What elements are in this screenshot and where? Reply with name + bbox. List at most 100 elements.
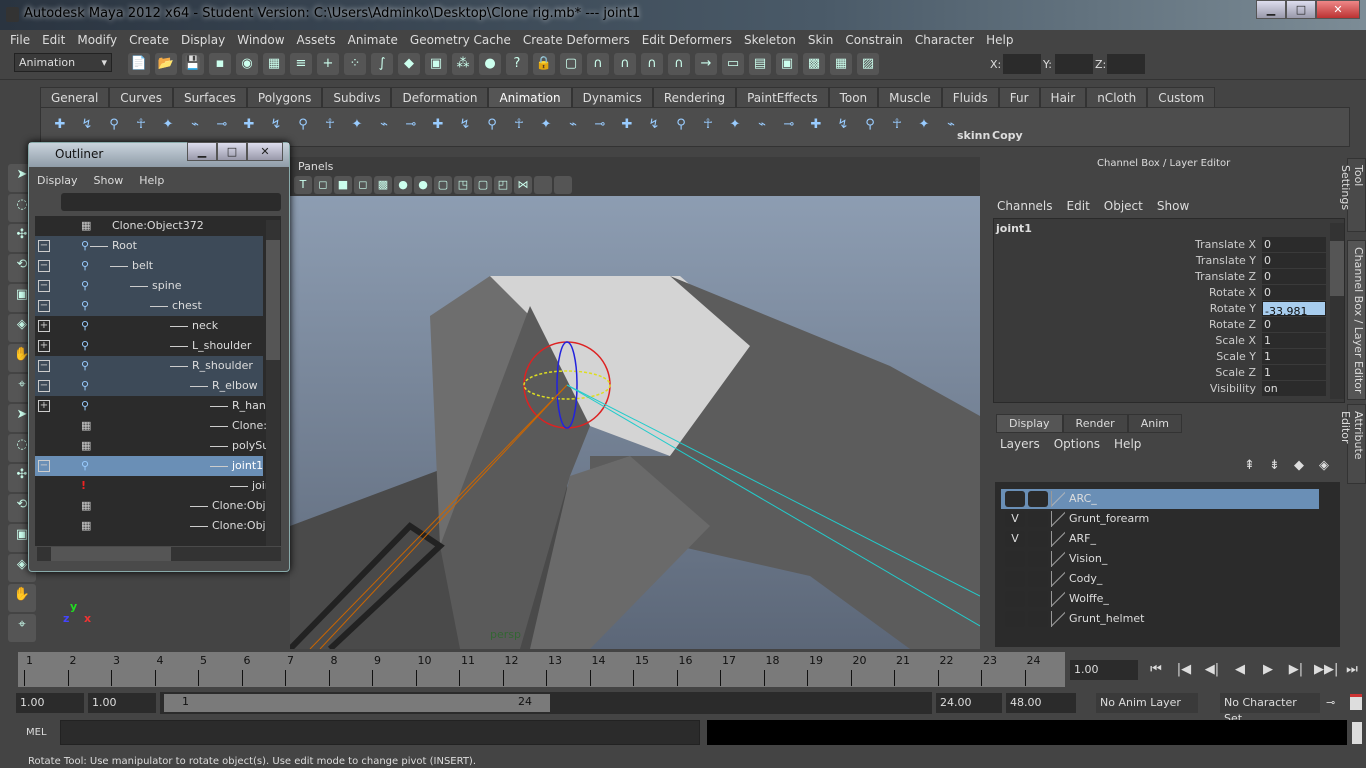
outliner-item[interactable]: − ⚲ joint1 [35,456,263,476]
outliner-item[interactable]: + ⚲ R_hand [35,396,273,416]
menu-help[interactable]: Help [980,30,1019,50]
shelf-tool-icon[interactable]: ✦ [535,114,557,136]
viewport-shading-icon[interactable]: ▢ [474,176,492,194]
viewport-shading-icon[interactable]: ● [414,176,432,194]
status-tool-icon[interactable]: 📂 [155,53,177,75]
shelf-tool-icon[interactable]: ☥ [886,114,908,136]
status-tool-icon[interactable]: ∩ [641,53,663,75]
outliner-filter-input[interactable] [61,193,281,211]
layer-name[interactable]: ARC_ [1069,489,1097,509]
status-tool-icon[interactable]: ▤ [749,53,771,75]
channel-value[interactable]: 0 [1262,237,1326,252]
toolbox-tool-icon[interactable]: ⌖ [8,614,36,642]
outliner-maximize-button[interactable]: □ [217,142,247,161]
current-time-field[interactable]: 1.00 [1070,660,1138,680]
status-tool-icon[interactable]: ● [479,53,501,75]
menu-set-dropdown[interactable]: Animation ▾ [14,53,112,72]
status-tool-icon[interactable]: + [317,53,339,75]
status-tool-icon[interactable]: ◆ [398,53,420,75]
go-to-end-button[interactable]: ⏭ [1342,662,1362,677]
channel-value[interactable]: 0 [1262,269,1326,284]
expand-toggle-icon[interactable]: + [38,400,50,412]
status-tool-icon[interactable]: ? [506,53,528,75]
tab-dynamics[interactable]: Dynamics [571,87,653,107]
tab-deformation[interactable]: Deformation [391,87,489,107]
outliner-hscrollbar[interactable] [37,547,281,561]
expand-toggle-icon[interactable]: + [38,340,50,352]
step-back-key-button[interactable]: |◀ [1174,662,1194,677]
viewport-shading-icon[interactable] [554,176,572,194]
layer-visibility-toggle[interactable]: V [1005,511,1025,527]
shelf-tool-icon[interactable]: ⚲ [103,114,125,136]
menu-edit-deformers[interactable]: Edit Deformers [636,30,738,50]
play-forwards-button[interactable]: ▶ [1258,662,1278,677]
time-slider[interactable]: 1 2 3 4 5 6 7 8 9 10 11 12 13 14 15 16 17 18 19 20 21 22 23 24 [18,652,1065,687]
status-tool-icon[interactable]: ◉ [236,53,258,75]
channel-menu-object[interactable]: Object [1104,199,1143,213]
viewport-shading-icon[interactable]: ▢ [434,176,452,194]
channel-row[interactable]: Translate Z 0 [994,269,1326,285]
expand-toggle-icon[interactable]: − [38,300,50,312]
expand-toggle-icon[interactable]: − [38,380,50,392]
shelf-tool-icon[interactable]: ⚲ [859,114,881,136]
outliner-vscrollbar[interactable] [266,220,280,546]
layer-type-toggle[interactable] [1028,571,1048,587]
shelf-tool-icon[interactable]: ✚ [49,114,71,136]
shelf-tool-icon[interactable]: ✦ [346,114,368,136]
menu-create-deformers[interactable]: Create Deformers [517,30,636,50]
layer-visibility-toggle[interactable] [1005,591,1025,607]
range-slider[interactable]: 1 24 [160,692,932,714]
step-back-frame-button[interactable]: ◀| [1202,662,1222,677]
layer-name[interactable]: Grunt_helmet [1069,609,1144,629]
layer-move-down-icon[interactable]: ⇟ [1269,458,1280,473]
status-tool-icon[interactable]: 💾 [182,53,204,75]
shelf-tool-icon[interactable]: ✚ [238,114,260,136]
outliner-item[interactable]: − ⚲ Root [35,236,263,256]
menu-modify[interactable]: Modify [71,30,123,50]
status-tool-icon[interactable]: ▨ [857,53,879,75]
auto-key-icon[interactable]: ⊸ [1326,696,1335,709]
outliner-item[interactable]: ▦ Clone:O [35,416,276,436]
tab-anim[interactable]: Anim [1127,414,1182,433]
tab-painteffects[interactable]: PaintEffects [736,87,829,107]
shelf-tool-icon[interactable]: ✚ [616,114,638,136]
expand-toggle-icon[interactable]: − [38,240,50,252]
viewport-shading-icon[interactable]: ◻ [354,176,372,194]
outliner-item[interactable]: − ⚲ belt [35,256,263,276]
shelf-tool-icon[interactable]: ↯ [76,114,98,136]
channel-name[interactable]: Visibility [1210,381,1256,397]
layer-name[interactable]: Cody_ [1069,569,1102,589]
channel-scrollbar[interactable] [1330,223,1344,399]
channel-value[interactable]: 0 [1262,317,1326,332]
channel-value[interactable]: 0 [1262,253,1326,268]
shelf-tool-icon[interactable]: ⊸ [778,114,800,136]
outliner-item[interactable]: ▦ Clone:Objec [35,496,278,516]
tab-fluids[interactable]: Fluids [941,87,999,107]
outliner-menu-show[interactable]: Show [94,174,124,187]
shelf-tool-icon[interactable]: ☥ [130,114,152,136]
viewport-shading-icon[interactable]: ◰ [494,176,512,194]
channel-name[interactable]: Rotate Y [1210,301,1256,317]
outliner-item[interactable]: + ⚲ neck [35,316,263,336]
shelf-tool-icon[interactable]: ✚ [427,114,449,136]
shelf-tool-icon[interactable]: ☥ [319,114,341,136]
menu-geometry-cache[interactable]: Geometry Cache [404,30,517,50]
layer-row[interactable]: V ARF_ [1001,529,1319,549]
layer-row[interactable]: Vision_ [1001,549,1319,569]
play-backwards-button[interactable]: ◀ [1230,662,1250,677]
channel-row[interactable]: Rotate Y -33.981 [994,301,1326,318]
menu-display[interactable]: Display [175,30,231,50]
menu-window[interactable]: Window [231,30,290,50]
layer-color-swatch[interactable] [1051,571,1065,587]
outliner-minimize-button[interactable]: ▁ [187,142,217,161]
shelf-copy-label[interactable]: Copy [992,129,1023,142]
viewport-panel[interactable]: Panels T ◻ ■ ◻ ▩ ● ● ▢ ◳ ▢ ◰ ⋈ persp y z x [63,157,981,652]
channel-name[interactable]: Translate X [1195,237,1256,253]
layer-color-swatch[interactable] [1051,551,1065,567]
panels-menu[interactable]: Panels [298,160,333,173]
tab-fur[interactable]: Fur [998,87,1040,107]
channel-value[interactable]: on [1262,381,1326,396]
shelf-skinn-label[interactable]: skinn [957,129,990,142]
shelf-tool-icon[interactable]: ↯ [643,114,665,136]
tab-general[interactable]: General [40,87,110,107]
